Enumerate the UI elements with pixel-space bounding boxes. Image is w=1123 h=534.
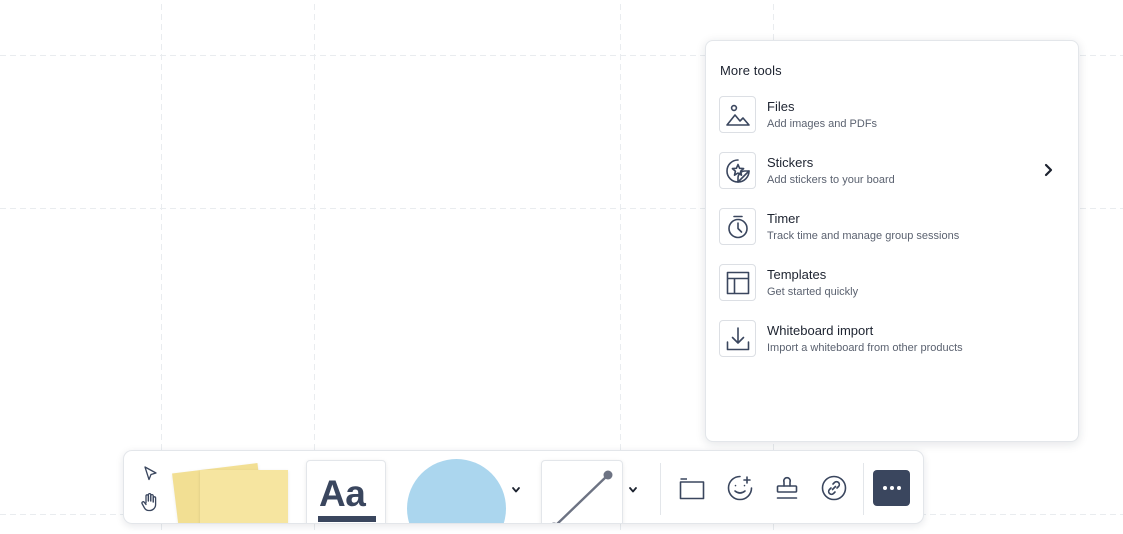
tool-description: Add stickers to your board bbox=[767, 174, 895, 186]
text-underline bbox=[318, 516, 376, 522]
tool-files[interactable]: Files Add images and PDFs bbox=[719, 96, 1065, 140]
more-tools-button[interactable] bbox=[873, 470, 910, 506]
text-tool[interactable]: Aa bbox=[306, 460, 386, 523]
line-tool[interactable] bbox=[541, 460, 623, 523]
tool-description: Add images and PDFs bbox=[767, 118, 878, 130]
sticky-note-front[interactable] bbox=[200, 470, 288, 523]
tool-description: Get started quickly bbox=[767, 286, 859, 298]
tool-timer[interactable]: Timer Track time and manage group sessio… bbox=[719, 208, 1065, 252]
tool-name: Templates bbox=[767, 267, 827, 282]
panel-title: More tools bbox=[720, 63, 782, 78]
toolbar-divider bbox=[863, 463, 864, 515]
select-icon[interactable] bbox=[140, 463, 160, 483]
sticker-icon bbox=[719, 152, 756, 189]
more-icon bbox=[882, 486, 901, 490]
text-icon: Aa bbox=[319, 473, 366, 514]
stamp-icon[interactable] bbox=[772, 471, 802, 503]
frame-icon[interactable] bbox=[677, 473, 707, 503]
image-icon bbox=[719, 96, 756, 133]
timer-icon bbox=[719, 208, 756, 245]
chevron-down-icon[interactable] bbox=[626, 483, 640, 497]
tool-name: Whiteboard import bbox=[767, 323, 874, 338]
tool-stickers[interactable]: Stickers Add stickers to your board bbox=[719, 152, 1065, 196]
tool-name: Files bbox=[767, 99, 795, 114]
toolbar-divider bbox=[660, 463, 661, 515]
hand-icon[interactable] bbox=[138, 491, 160, 513]
tool-description: Track time and manage group sessions bbox=[767, 230, 960, 242]
tool-name: Timer bbox=[767, 211, 800, 226]
more-tools-panel: More tools Files Add images and PDFs Sti… bbox=[705, 40, 1079, 442]
chevron-right-icon[interactable] bbox=[1041, 162, 1055, 178]
tool-templates[interactable]: Templates Get started quickly bbox=[719, 264, 1065, 308]
import-icon bbox=[719, 320, 756, 357]
tool-whiteboard-import[interactable]: Whiteboard import Import a whiteboard fr… bbox=[719, 320, 1065, 364]
reaction-icon[interactable] bbox=[724, 472, 756, 504]
chevron-down-icon[interactable] bbox=[509, 483, 523, 497]
tool-description: Import a whiteboard from other products bbox=[767, 342, 963, 354]
template-icon bbox=[719, 264, 756, 301]
shape-icon[interactable] bbox=[407, 459, 506, 523]
tool-name: Stickers bbox=[767, 155, 814, 170]
main-toolbar: Aa bbox=[123, 450, 924, 524]
link-icon[interactable] bbox=[818, 472, 850, 504]
